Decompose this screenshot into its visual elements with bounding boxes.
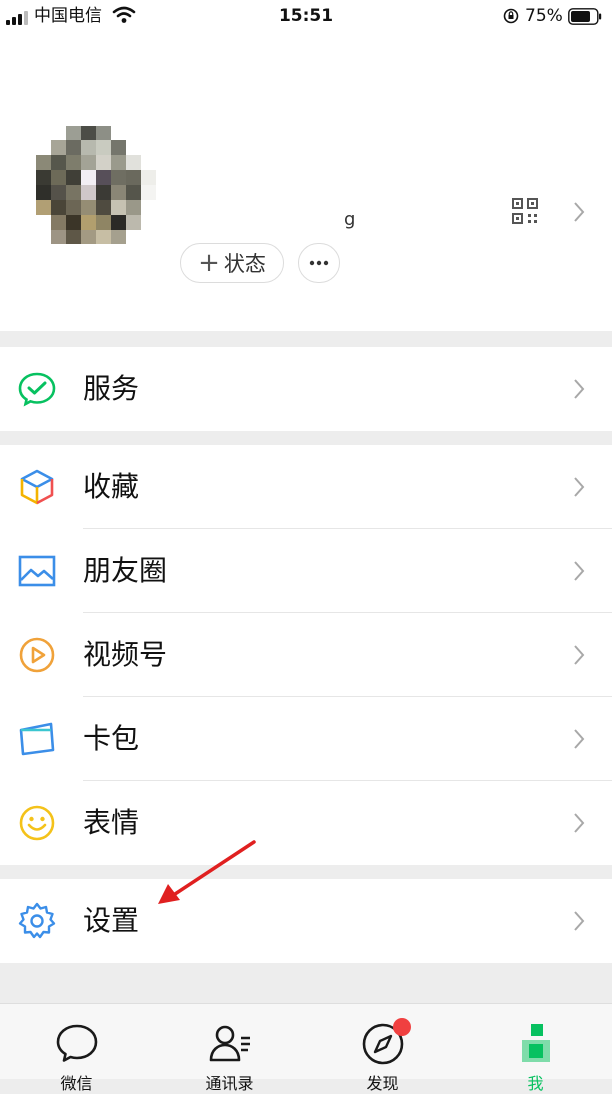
menu-label-settings: 设置 [83,904,140,937]
tab-label-contacts: 通讯录 [205,1074,254,1093]
annotation-arrow [158,840,256,904]
plus-icon: + [198,248,220,278]
features-section: 收藏 朋友圈 视频号 卡包 表情 [0,445,612,865]
qr-code-icon[interactable] [512,198,538,224]
tab-label-discover: 发现 [366,1074,399,1093]
add-status-button[interactable]: + 状态 [180,243,284,283]
chevron-right-icon [574,477,585,497]
chevron-right-icon [574,813,585,833]
play-circle-icon [19,637,55,673]
avatar[interactable] [36,126,156,246]
card-wallet-icon [19,722,55,756]
menu-label-channels: 视频号 [83,638,168,671]
menu-item-service[interactable]: 服务 [0,347,612,431]
chevron-right-icon [574,729,585,749]
menu-label-service: 服务 [83,372,140,405]
menu-label-favorites: 收藏 [83,470,140,503]
menu-item-stickers[interactable]: 表情 [0,781,612,865]
tab-bar: 微信 通讯录 发现 我 [0,1003,612,1093]
person-icon [521,1024,550,1062]
tab-me[interactable]: 我 [459,1004,612,1093]
chevron-right-icon [574,561,585,581]
menu-label-moments: 朋友圈 [83,554,168,587]
chevron-right-icon [574,645,585,665]
more-button[interactable] [298,243,340,283]
tab-discover[interactable]: 发现 [306,1004,459,1093]
contacts-icon [209,1025,250,1062]
rotation-lock-icon [503,8,519,24]
picture-icon [18,555,56,587]
more-dots-icon [309,260,329,266]
tab-chats[interactable]: 微信 [0,1004,153,1093]
profile-header[interactable]: g + 状态 [0,34,612,331]
gear-icon [18,902,56,939]
menu-label-stickers: 表情 [83,806,140,839]
chevron-right-icon [574,379,585,399]
cube-icon [20,469,54,505]
battery-percent: 75% [525,6,563,26]
tab-label-me: 我 [527,1074,544,1093]
menu-item-channels[interactable]: 视频号 [0,613,612,697]
clock: 15:51 [278,6,334,26]
menu-item-settings[interactable]: 设置 [0,879,612,963]
menu-label-cards: 卡包 [83,722,140,755]
status-button-label: 状态 [223,252,266,276]
chat-bubble-icon [56,1024,97,1062]
profile-name-fragment: g [344,209,356,230]
service-icon [18,372,56,407]
chevron-right-icon [574,202,585,222]
battery-icon [568,8,602,25]
settings-section: 设置 [0,879,612,963]
menu-item-moments[interactable]: 朋友圈 [0,529,612,613]
status-bar: 中国电信 15:51 75% [0,0,612,34]
service-section: 服务 [0,347,612,431]
notification-badge [393,1018,411,1036]
chevron-right-icon [574,911,585,931]
menu-item-favorites[interactable]: 收藏 [0,445,612,529]
tab-label-chats: 微信 [60,1074,93,1093]
smiley-icon [19,805,55,841]
tab-contacts[interactable]: 通讯录 [153,1004,306,1093]
menu-item-cards[interactable]: 卡包 [0,697,612,781]
